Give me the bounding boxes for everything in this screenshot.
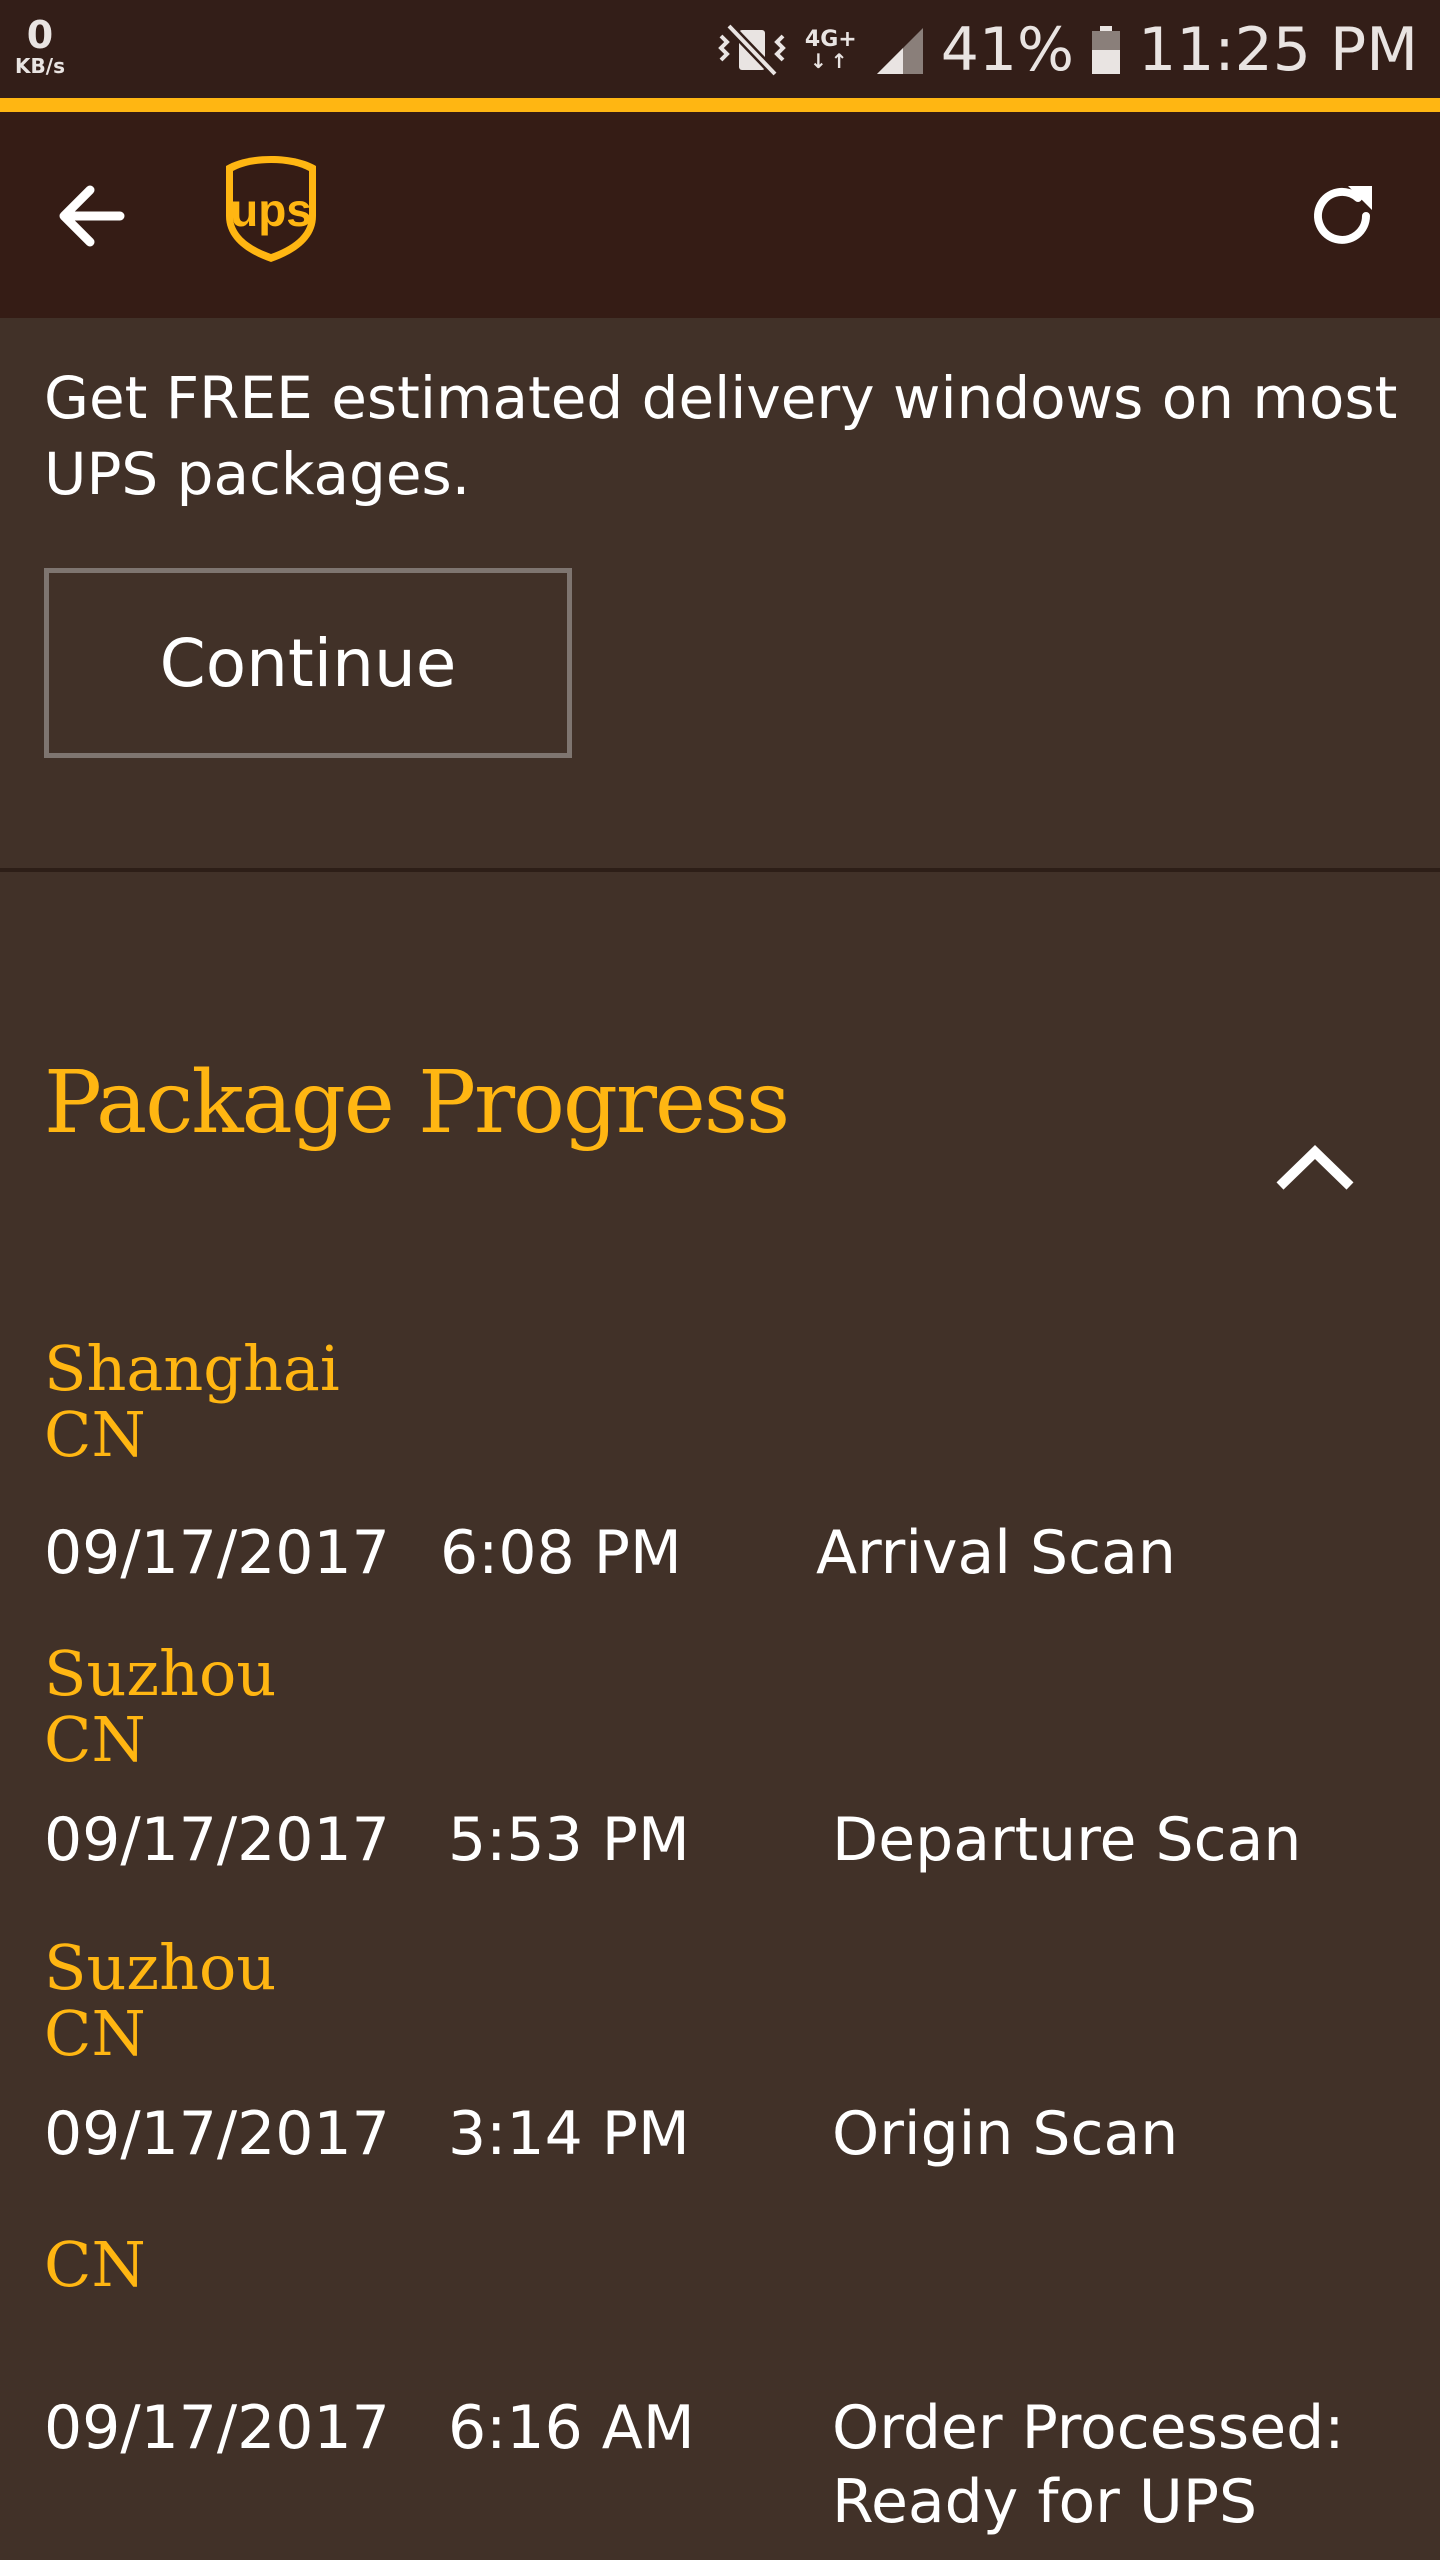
event-date: 09/17/2017 xyxy=(44,1518,390,1588)
event-activity: Arrival Scan xyxy=(816,1518,1176,1588)
event-time: 3:14 PM xyxy=(448,2099,690,2169)
status-bar: 0 KB/s 4G+ ↓↑ 41% 11:25 PM xyxy=(0,0,1440,98)
event-time: 6:08 PM xyxy=(440,1518,682,1588)
battery-percent: 41% xyxy=(940,15,1075,85)
event-activity: Departure Scan xyxy=(832,1805,1302,1875)
vibrate-mute-icon xyxy=(718,22,786,78)
app-bar: ups xyxy=(0,112,1440,318)
event-location: Shanghai CN xyxy=(44,1336,340,1468)
ups-logo: ups xyxy=(226,156,316,262)
chevron-up-icon xyxy=(1276,1145,1354,1190)
event-location: Suzhou CN xyxy=(44,1935,276,2067)
back-button[interactable] xyxy=(50,174,134,258)
network-speed-value: 0 xyxy=(26,13,54,57)
network-speed-unit: KB/s xyxy=(15,54,65,78)
continue-button[interactable]: Continue xyxy=(44,568,572,758)
collapse-toggle[interactable] xyxy=(1272,1130,1358,1200)
package-progress-title: Package Progress xyxy=(44,1053,790,1153)
network-type-label: 4G+ xyxy=(804,27,857,52)
network-speed-indicator: 0 KB/s xyxy=(10,16,70,76)
event-time: 5:53 PM xyxy=(448,1805,690,1875)
section-divider xyxy=(0,868,1440,872)
event-city: Suzhou xyxy=(44,1637,277,1710)
event-country: CN xyxy=(44,1703,146,1776)
clock: 11:25 PM xyxy=(1138,15,1418,85)
event-time: 6:16 AM xyxy=(448,2393,695,2463)
lte-data-icon: 4G+ ↓↑ xyxy=(804,27,857,73)
arrow-back-icon xyxy=(59,185,125,247)
event-date: 09/17/2017 xyxy=(44,2393,390,2463)
promo-section: Get FREE estimated delivery windows on m… xyxy=(0,318,1440,870)
event-country: CN xyxy=(44,1997,146,2070)
event-date: 09/17/2017 xyxy=(44,1805,390,1875)
battery-icon xyxy=(1092,26,1121,74)
signal-icon xyxy=(876,28,923,74)
refresh-button[interactable] xyxy=(1300,174,1384,258)
event-city: Suzhou xyxy=(44,1931,277,2004)
event-activity: Origin Scan xyxy=(832,2099,1179,2169)
event-country: CN xyxy=(44,2228,146,2301)
logo-text: ups xyxy=(230,184,312,236)
promo-text: Get FREE estimated delivery windows on m… xyxy=(44,364,1398,508)
refresh-icon xyxy=(1314,186,1372,244)
event-location: Suzhou CN xyxy=(44,1641,276,1773)
status-accent-line xyxy=(0,98,1440,112)
event-date: 09/17/2017 xyxy=(44,2099,390,2169)
event-location: CN xyxy=(44,2232,146,2298)
event-city: Shanghai xyxy=(44,1332,340,1405)
event-activity: Order Processed: Ready for UPS xyxy=(832,2393,1345,2537)
event-country: CN xyxy=(44,1398,146,1471)
